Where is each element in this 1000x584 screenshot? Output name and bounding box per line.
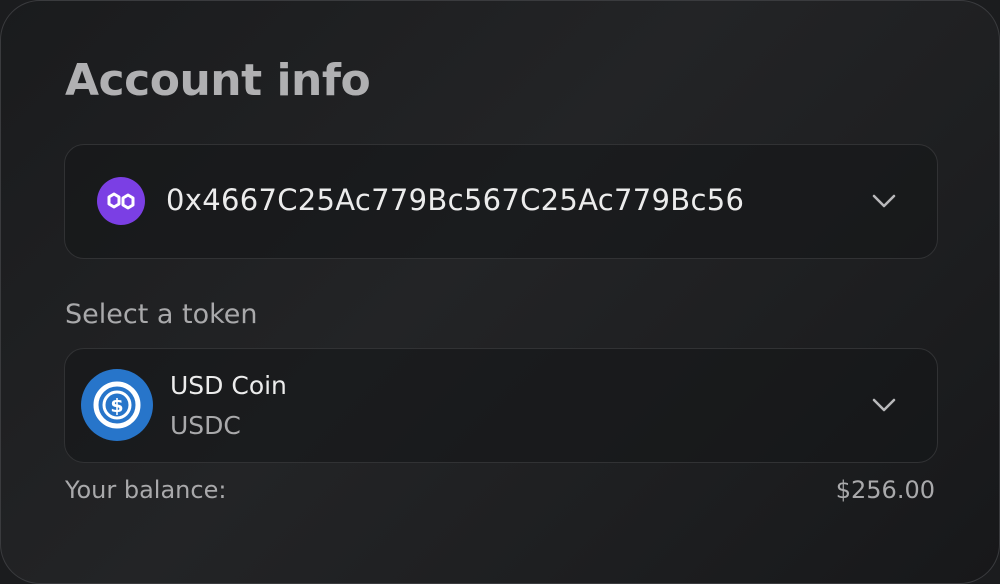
account-info-card: Account info 0x4667C25Ac779Bc567C25Ac779… [0, 0, 1000, 584]
token-select[interactable]: $ USD Coin USDC [64, 348, 938, 463]
balance-value: $256.00 [835, 476, 935, 504]
usdc-icon: $ [81, 369, 153, 441]
account-select[interactable]: 0x4667C25Ac779Bc567C25Ac779Bc56 [64, 144, 938, 259]
account-address: 0x4667C25Ac779Bc567C25Ac779Bc56 [166, 183, 745, 217]
token-name: USD Coin [170, 371, 287, 400]
balance-label: Your balance: [65, 476, 227, 504]
card-title: Account info [65, 55, 371, 106]
chevron-down-icon[interactable] [871, 193, 897, 209]
token-symbol: USDC [170, 411, 241, 440]
svg-text:$: $ [110, 395, 123, 417]
polygon-icon [97, 177, 145, 225]
token-select-label: Select a token [65, 299, 258, 330]
chevron-down-icon[interactable] [871, 397, 897, 413]
